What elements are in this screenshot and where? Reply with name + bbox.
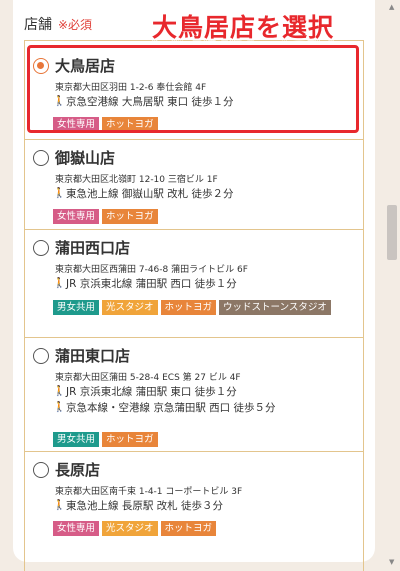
store-access: 🚶 JR 京浜東北線 蒲田駅 西口 徒歩１分 — [53, 276, 237, 291]
store-radio-button[interactable] — [33, 240, 49, 256]
walking-person-icon: 🚶 — [53, 500, 66, 511]
store-field-label: 店舗 ※必須 — [24, 14, 92, 34]
store-access: 🚶 JR 京浜東北線 蒲田駅 東口 徒歩１分 — [53, 384, 237, 399]
store-label: 店舗 — [24, 17, 52, 33]
store-address: 東京都大田区北嶺町 12-10 三宿ビル 1F — [55, 175, 218, 185]
store-option[interactable]: 蒲田東口店 東京都大田区蒲田 5-28-4 ECS 第 27 ビル 4F 🚶 JR 京… — [25, 337, 363, 452]
walking-person-icon: 🚶 — [53, 402, 66, 413]
store-tags: 女性専用 ホットヨガ — [53, 209, 353, 224]
store-access: 🚶 東急池上線 御嶽山駅 改札 徒歩２分 — [53, 186, 234, 201]
scrollbar-thumb[interactable] — [387, 205, 397, 260]
store-name: 長原店 — [55, 461, 101, 479]
store-name: 蒲田東口店 — [55, 347, 131, 365]
store-tag-badge: 光スタジオ — [102, 521, 158, 536]
store-tag-badge: 女性専用 — [53, 521, 100, 536]
scroll-up-icon[interactable]: ▲ — [389, 3, 394, 11]
store-address: 東京都大田区西蒲田 7-46-8 蒲田ライトビル 6F — [55, 265, 248, 275]
store-name: 御嶽山店 — [55, 149, 116, 167]
scrollbar[interactable] — [386, 0, 400, 570]
store-tag-badge: ホットヨガ — [102, 209, 158, 224]
selection-annotation: 大鳥居店を選択 — [152, 13, 335, 42]
store-access-text: 東急池上線 長原駅 改札 徒歩３分 — [66, 500, 224, 512]
store-access-text: 京急本線・空港線 京急蒲田駅 西口 徒歩５分 — [66, 402, 276, 414]
store-tag-badge: ウッドストーンスタジオ — [219, 300, 331, 315]
store-radio-button[interactable] — [33, 348, 49, 364]
store-option[interactable]: 長原店 東京都大田区南千束 1-4-1 コーポートビル 3F 🚶 東急池上線 長原駅 … — [25, 451, 363, 571]
store-tags: 女性専用 光スタジオ ホットヨガ — [53, 521, 353, 536]
store-access-text: JR 京浜東北線 蒲田駅 西口 徒歩１分 — [66, 278, 237, 290]
walking-person-icon: 🚶 — [53, 278, 66, 289]
store-tag-badge: ホットヨガ — [102, 432, 158, 447]
store-tag-badge: 光スタジオ — [102, 300, 158, 315]
scroll-down-icon[interactable]: ▼ — [389, 558, 394, 566]
store-tags: 男女共用 ホットヨガ — [53, 432, 353, 447]
store-option[interactable]: 蒲田西口店 東京都大田区西蒲田 7-46-8 蒲田ライトビル 6F 🚶 JR 京浜東北… — [25, 229, 363, 338]
store-access-text: 東急池上線 御嶽山駅 改札 徒歩２分 — [66, 188, 234, 200]
store-option[interactable]: 御嶽山店 東京都大田区北嶺町 12-10 三宿ビル 1F 🚶 東急池上線 御嶽山駅 改… — [25, 139, 363, 230]
walking-person-icon: 🚶 — [53, 386, 66, 397]
walking-person-icon: 🚶 — [53, 188, 66, 199]
store-tag-badge: ホットヨガ — [160, 521, 217, 536]
store-tag-badge: ホットヨガ — [160, 300, 217, 315]
store-access: 🚶 東急池上線 長原駅 改札 徒歩３分 — [53, 498, 223, 513]
store-tag-badge: 男女共用 — [53, 300, 100, 315]
store-access: 🚶 京急本線・空港線 京急蒲田駅 西口 徒歩５分 — [53, 400, 276, 415]
store-radio-button[interactable] — [33, 462, 49, 478]
store-tag-badge: 男女共用 — [53, 432, 100, 447]
store-name: 蒲田西口店 — [55, 239, 131, 257]
store-tag-badge: 女性専用 — [53, 209, 100, 224]
required-marker: ※必須 — [58, 18, 93, 32]
store-radio-button[interactable] — [33, 150, 49, 166]
store-address: 東京都大田区蒲田 5-28-4 ECS 第 27 ビル 4F — [55, 373, 241, 383]
store-access-text: JR 京浜東北線 蒲田駅 東口 徒歩１分 — [66, 386, 237, 398]
selection-highlight-box — [27, 45, 359, 133]
store-address: 東京都大田区南千束 1-4-1 コーポートビル 3F — [55, 487, 243, 497]
store-tags: 男女共用 光スタジオ ホットヨガ ウッドストーンスタジオ — [53, 300, 353, 315]
